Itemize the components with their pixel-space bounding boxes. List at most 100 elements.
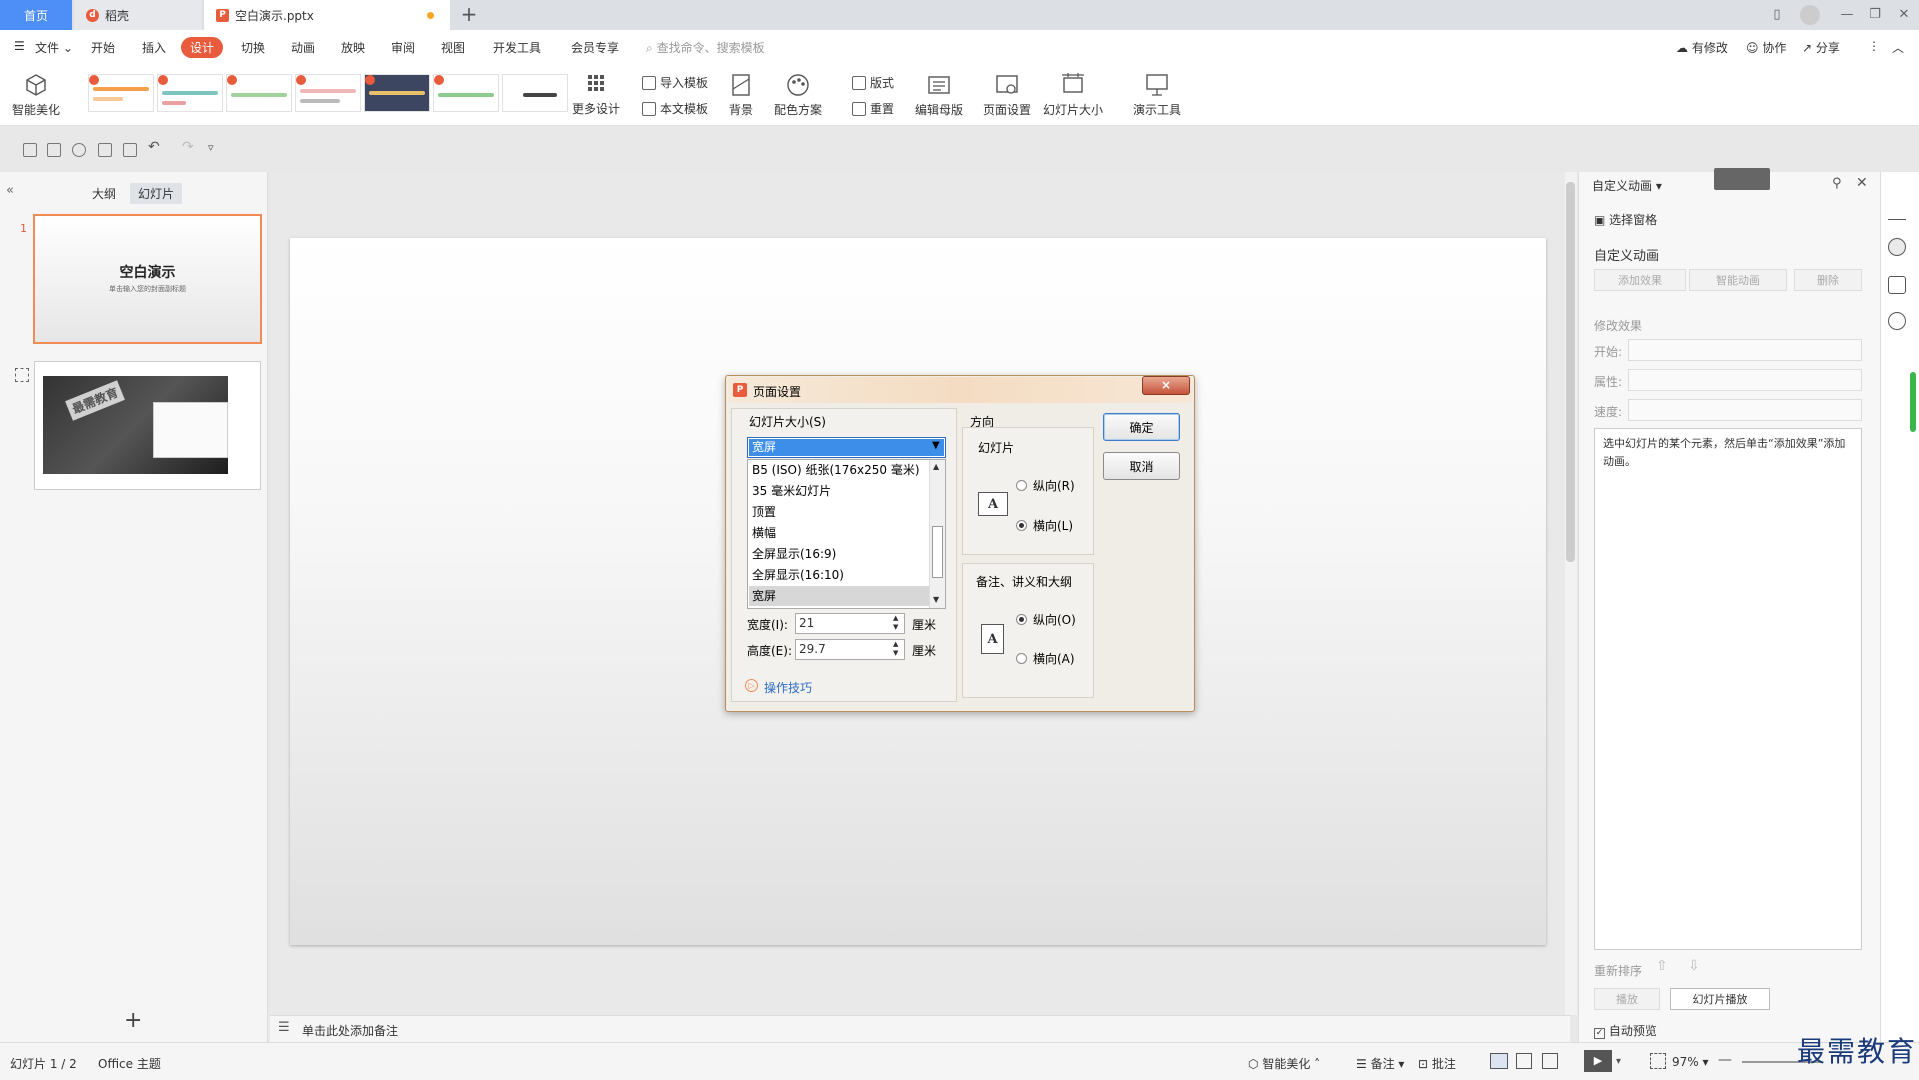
menu-transition[interactable]: 切换 [241,39,265,56]
move-up-icon[interactable]: ⇧ [1656,958,1668,974]
print-icon[interactable] [98,143,112,157]
theme-name[interactable]: Office 主题 [98,1055,161,1072]
zoom-out-icon[interactable]: — [1718,1052,1732,1068]
notes-toggle[interactable]: ☰ 备注 ▾ [1356,1055,1404,1072]
pin-icon[interactable]: ⚲ [1832,176,1842,191]
tab-document[interactable]: P 空白演示.pptx [204,0,450,30]
slide-thumbnail-1[interactable]: 空白演示 单击输入您的封面副标题 [33,214,262,344]
slide-size-button[interactable]: 幻灯片大小 [1043,72,1103,118]
list-item-selected[interactable]: 宽屏 [749,586,929,606]
tab-slides[interactable]: 幻灯片 [130,183,183,204]
page-setup-button[interactable]: 页面设置 [983,72,1031,118]
minimize-icon[interactable]: — [1838,6,1856,24]
reading-view-icon[interactable] [1542,1053,1558,1069]
auto-preview[interactable]: ✓ 自动预览 [1594,1022,1657,1039]
scroll-up-icon[interactable]: ▲ [933,462,939,471]
background-button[interactable]: 背景 [728,72,754,118]
export-icon[interactable] [72,143,86,157]
height-spinner-icon[interactable]: ▲ ▼ [893,640,898,658]
more-icon[interactable]: ⋮ [1868,39,1880,53]
list-item[interactable]: B5 (ISO) 纸张(176x250 毫米) [749,460,929,480]
new-file-icon[interactable] [23,143,37,157]
smart-beautify-status[interactable]: ⬡ 智能美化 ˄ [1248,1055,1320,1072]
undo-icon[interactable]: ↶ [148,139,160,155]
animation-pin-icon[interactable] [1888,238,1906,256]
list-item[interactable]: 顶置 [749,502,929,522]
dialog-close-button[interactable]: × [1142,376,1190,395]
slides-portrait-radio[interactable] [1016,480,1027,491]
menu-developer[interactable]: 开发工具 [493,39,541,56]
play-slideshow-icon[interactable]: ▶ [1584,1050,1612,1072]
print-preview-icon[interactable] [123,143,137,157]
panel-header[interactable]: 自定义动画 ▾ [1592,177,1662,194]
slide-play-button[interactable]: 幻灯片播放 [1670,988,1770,1010]
add-effect-button[interactable]: 添加效果 [1594,269,1686,291]
zoom-level[interactable]: 97% ▾ [1672,1055,1709,1069]
list-scrollbar[interactable]: ▲ ▼ [929,460,945,608]
scroll-down-icon[interactable]: ▼ [933,595,939,604]
notes-bar[interactable]: ☰ 单击此处添加备注 [270,1015,1570,1042]
menu-animation[interactable]: 动画 [291,39,315,56]
present-tools-button[interactable]: 演示工具 [1133,72,1181,118]
canvas-scrollbar[interactable] [1565,172,1577,1015]
menu-design[interactable]: 设计 [181,37,224,58]
close-window-icon[interactable]: ✕ [1895,6,1913,24]
list-item[interactable]: 全屏显示(16:10) [749,565,929,585]
share-button[interactable]: ↗ 分享 [1802,39,1840,56]
move-down-icon[interactable]: ⇩ [1688,958,1700,974]
new-tab-button[interactable]: + [458,4,480,26]
add-slide-button[interactable]: + [124,1008,142,1033]
slide-thumbnail-2[interactable]: 最需教育 [34,361,261,490]
more-design-button[interactable]: 更多设计 [572,74,620,117]
dialog-title-bar[interactable]: P 页面设置 [727,377,1193,403]
avatar[interactable] [1800,5,1820,25]
customize-qat-icon[interactable]: ▿ [208,141,214,154]
fit-window-icon[interactable] [1650,1053,1666,1069]
restore-icon[interactable]: ❐ [1866,6,1884,24]
reset-button[interactable]: 重置 [852,100,894,117]
notes-landscape-radio[interactable] [1016,653,1027,664]
property-select[interactable] [1628,369,1862,391]
redo-icon[interactable]: ↷ [182,139,194,155]
combo-arrow-icon[interactable]: ▼ [932,440,940,451]
cancel-button[interactable]: 取消 [1103,452,1180,480]
list-item[interactable]: 横幅 [749,523,929,543]
list-item[interactable]: 全屏显示(16:9) [749,544,929,564]
tab-home[interactable]: 首页 [0,0,72,30]
scroll-thumb[interactable] [1566,182,1575,562]
hamburger-icon[interactable]: ☰ [14,39,25,53]
menu-home[interactable]: 开始 [91,39,115,56]
close-panel-icon[interactable]: ✕ [1856,175,1868,191]
layout-button[interactable]: 版式 [852,74,894,91]
delete-effect-button[interactable]: 删除 [1794,269,1862,291]
adjust-icon[interactable] [1888,202,1906,220]
menu-member[interactable]: 会员专享 [571,39,619,56]
panel-toolbar-widget[interactable] [1714,168,1770,190]
menu-insert[interactable]: 插入 [142,39,166,56]
color-scheme-button[interactable]: 配色方案 [774,72,822,118]
slides-icon[interactable] [1888,276,1906,294]
theme-thumb-3[interactable] [226,74,292,112]
height-input[interactable]: 29.7 [795,639,905,660]
width-spinner-icon[interactable]: ▲ ▼ [893,614,898,632]
help-icon[interactable] [1888,312,1906,330]
tab-outline[interactable]: 大纲 [84,183,124,204]
comments-toggle[interactable]: ⊡ 批注 [1418,1055,1456,1072]
play-options-icon[interactable]: ▾ [1616,1056,1621,1067]
layout-icon[interactable]: ▯ [1768,6,1786,24]
theme-thumb-4[interactable] [295,74,361,112]
collapse-panel-icon[interactable]: « [6,183,14,198]
menu-slideshow[interactable]: 放映 [341,39,365,56]
command-search[interactable]: ⌕ 查找命令、搜索模板 [646,39,765,56]
theme-thumb-1[interactable] [88,74,154,112]
tab-daoke[interactable]: d 稻壳 [74,0,202,30]
sorter-view-icon[interactable] [1516,1053,1532,1069]
theme-thumb-5[interactable] [364,74,430,112]
import-template-button[interactable]: 导入模板 [642,74,708,91]
auto-preview-checkbox[interactable]: ✓ [1594,1028,1605,1039]
has-changes-button[interactable]: ☁ 有修改 [1676,39,1728,56]
list-scroll-thumb[interactable] [932,526,943,578]
smart-beautify-button[interactable]: 智能美化 [12,72,60,118]
theme-thumb-7[interactable] [502,74,568,112]
collapse-ribbon-icon[interactable]: ︿ [1892,39,1904,56]
